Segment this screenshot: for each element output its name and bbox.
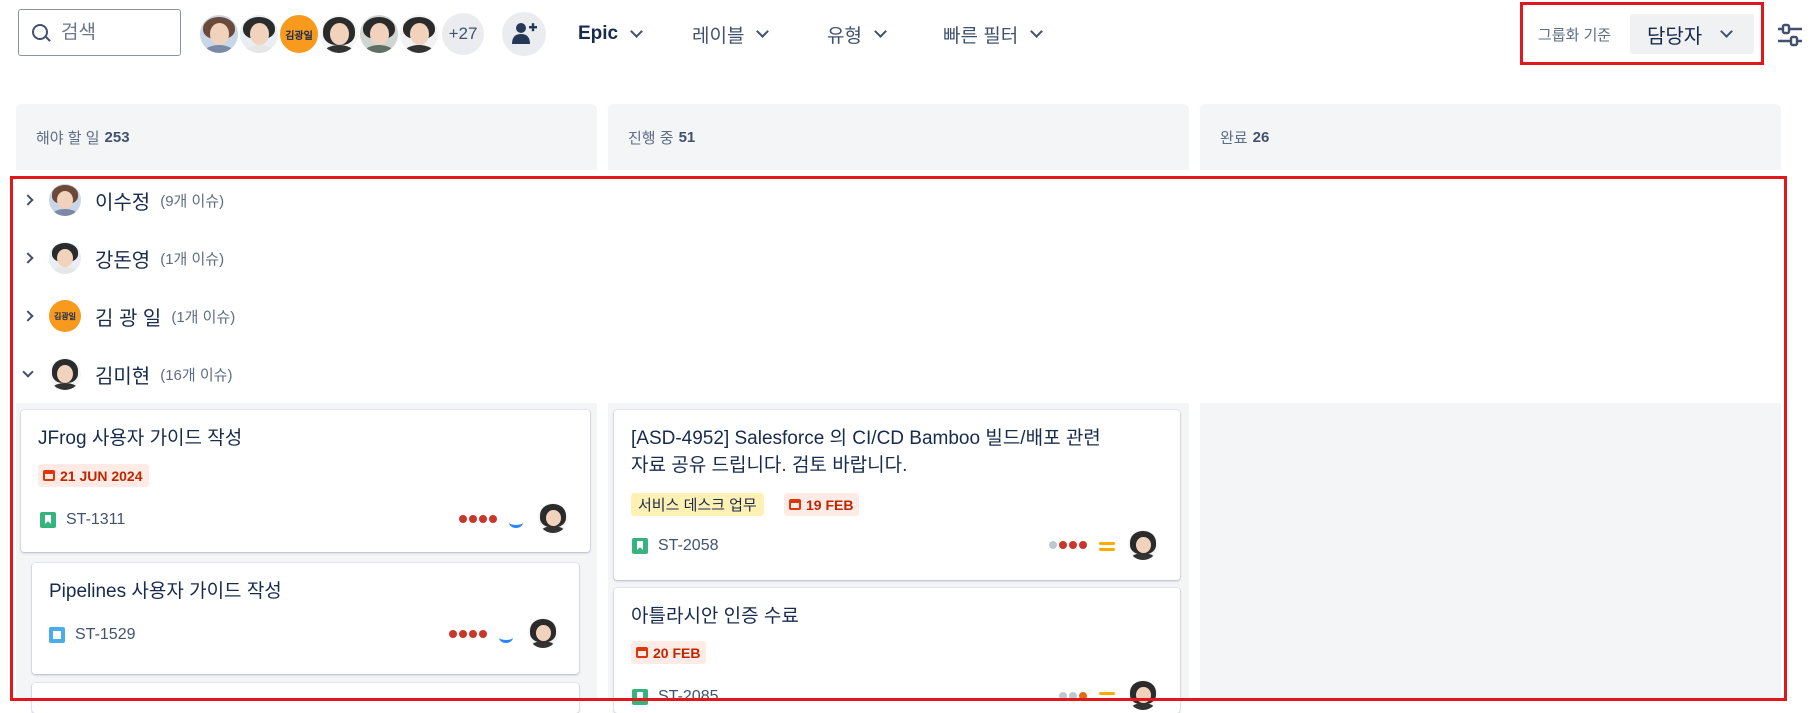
- group-by-select[interactable]: 담당자: [1630, 14, 1754, 54]
- column-header-done: 완료 26: [1200, 104, 1781, 170]
- avatar-user-4[interactable]: [318, 13, 360, 55]
- avatar-user-3[interactable]: 김광일: [278, 13, 320, 55]
- type-filter[interactable]: 유형: [827, 16, 887, 52]
- group-by-label: 그룹화 기준: [1538, 27, 1612, 44]
- avatar-user-1[interactable]: [198, 13, 240, 55]
- chevron-down-icon: [756, 25, 770, 38]
- more-avatars-count: +27: [448, 24, 478, 43]
- quick-filter-label: 빠른 필터: [943, 25, 1019, 47]
- view-settings-button[interactable]: [1770, 15, 1810, 55]
- sliders-icon: [1778, 23, 1802, 47]
- column-name: 진행 중: [628, 129, 674, 147]
- group-by-value: 담당자: [1647, 25, 1703, 48]
- column-name: 해야 할 일: [36, 129, 100, 147]
- search-icon: [32, 24, 48, 40]
- column-count: 26: [1252, 128, 1270, 146]
- label-filter[interactable]: 레이블: [692, 16, 770, 52]
- avatar-user-5[interactable]: [358, 13, 400, 55]
- epic-filter[interactable]: Epic: [578, 16, 643, 52]
- search-input[interactable]: [59, 21, 173, 45]
- search-box[interactable]: [18, 9, 181, 56]
- column-count: 51: [678, 128, 696, 146]
- more-avatars-button[interactable]: +27: [442, 13, 484, 55]
- chevron-down-icon: [1720, 25, 1734, 38]
- column-header-todo: 해야 할 일 253: [16, 104, 597, 170]
- column-name: 완료: [1220, 129, 1248, 147]
- chevron-down-icon: [630, 25, 643, 38]
- avatar-initials: 김광일: [285, 30, 313, 42]
- add-person-icon: [512, 23, 537, 44]
- label-filter-label: 레이블: [692, 25, 745, 47]
- chevron-down-icon: [1030, 25, 1044, 38]
- board-highlight: [10, 176, 1787, 701]
- add-people-button[interactable]: [502, 12, 546, 56]
- epic-filter-label: Epic: [578, 23, 619, 44]
- quick-filter[interactable]: 빠른 필터: [943, 16, 1044, 52]
- avatar-user-6[interactable]: [398, 13, 440, 55]
- column-count: 253: [104, 128, 130, 146]
- avatar-user-2[interactable]: [238, 13, 280, 55]
- chevron-down-icon: [874, 25, 887, 38]
- type-filter-label: 유형: [827, 25, 862, 47]
- column-header-in-progress: 진행 중 51: [608, 104, 1189, 170]
